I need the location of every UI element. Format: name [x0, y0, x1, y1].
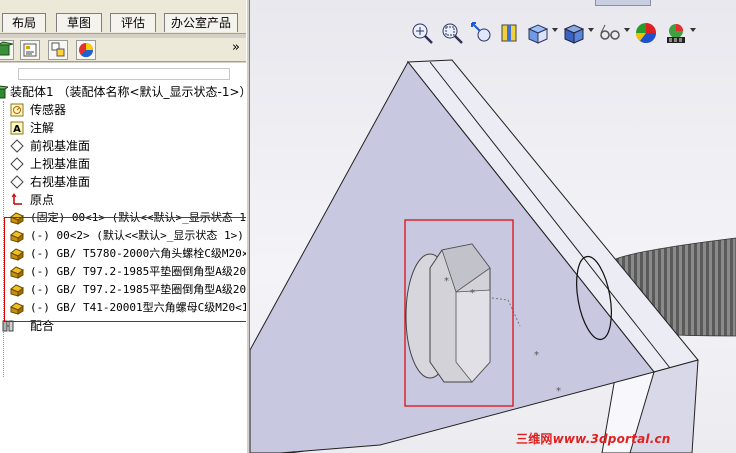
svg-text:*: * — [444, 276, 449, 287]
watermark-url: www.3dportal.cn — [552, 432, 671, 446]
part-icon — [10, 265, 24, 279]
zoom-to-area-icon[interactable] — [440, 21, 464, 45]
section-view-icon[interactable] — [498, 21, 522, 45]
edit-appearance-icon[interactable] — [634, 21, 658, 45]
tree-node-label: (-) GB/ T97.2-1985平垫圈倒角型A级20 — [30, 283, 246, 296]
svg-text:A: A — [13, 124, 21, 135]
model-view: * * * * — [250, 59, 736, 453]
graphics-viewport[interactable]: * * * * 三维网www.3dportal.cn — [250, 0, 736, 453]
tree-item-component-00-1[interactable]: (固定) 00<1> (默认<<默认>_显示状态 1 — [0, 209, 246, 227]
display-manager-icon[interactable] — [76, 40, 96, 60]
feature-manager-tree: 装配体1 （装配体名称<默认_显示状态-1>） 传感器 A 注解 前视基准面 上… — [0, 63, 246, 453]
hide-show-items-icon[interactable] — [598, 21, 622, 45]
plane-icon — [10, 157, 24, 171]
previous-view-icon[interactable] — [470, 21, 494, 45]
tree-item-washer-1[interactable]: (-) GB/ T97.2-1985平垫圈倒角型A级20 — [0, 263, 246, 281]
annotation-icon: A — [10, 121, 24, 135]
tree-item-hex-bolt[interactable]: (-) GB/ T5780-2000六角头螺栓C级M20×: — [0, 245, 246, 263]
property-manager-icon[interactable] — [20, 40, 40, 60]
view-orientation-dropdown-icon[interactable] — [552, 28, 558, 32]
plane-icon — [10, 175, 24, 189]
feature-manager-icon[interactable] — [0, 40, 14, 60]
tree-node-label: (-) 00<2> (默认<<默认>_显示状态 1>) — [30, 229, 244, 242]
manager-tab-row: » — [0, 38, 246, 62]
part-icon — [10, 229, 24, 243]
tree-node-label: 上视基准面 — [30, 157, 91, 171]
assembly-icon — [0, 85, 10, 99]
plane-icon — [10, 139, 24, 153]
tree-node-label: 配合 — [30, 319, 55, 333]
part-icon — [10, 283, 24, 297]
svg-text:*: * — [556, 386, 561, 397]
sensor-icon — [10, 103, 24, 117]
tree-item-component-00-2[interactable]: (-) 00<2> (默认<<默认>_显示状态 1>) — [0, 227, 246, 245]
zoom-to-fit-icon[interactable] — [410, 21, 434, 45]
svg-text:*: * — [534, 350, 539, 361]
tab-evaluate[interactable]: 评估 — [110, 13, 156, 32]
tree-item-mates[interactable]: 配合 — [0, 317, 246, 335]
heads-up-view-toolbar — [406, 18, 736, 48]
tree-filter-input[interactable] — [18, 68, 230, 80]
tree-node-label: 注解 — [30, 121, 55, 135]
view-orientation-icon[interactable] — [526, 21, 550, 45]
viewport-top-handle[interactable] — [595, 0, 651, 6]
tree-item-origin[interactable]: 原点 — [0, 191, 246, 209]
tree-item-front-plane[interactable]: 前视基准面 — [0, 137, 246, 155]
tree-item-hex-nut[interactable]: (-) GB/ T41-20001型六角螺母C级M20<1> — [0, 299, 246, 317]
part-icon — [10, 211, 24, 225]
tree-node-label: (-) GB/ T5780-2000六角头螺栓C级M20×: — [30, 247, 246, 260]
mates-icon — [2, 319, 16, 333]
tab-office-products[interactable]: 办公室产品 — [164, 13, 238, 32]
svg-text:*: * — [470, 288, 475, 299]
command-manager-tabs: 布局 草图 评估 办公室产品 — [0, 0, 250, 34]
tree-node-label: 右视基准面 — [30, 175, 91, 189]
display-style-dropdown-icon[interactable] — [588, 28, 594, 32]
part-icon — [10, 301, 24, 315]
tree-item-sensors[interactable]: 传感器 — [0, 101, 246, 119]
tree-node-label: 前视基准面 — [30, 139, 91, 153]
tab-layout[interactable]: 布局 — [2, 13, 46, 32]
tree-node-label: (固定) 00<1> (默认<<默认>_显示状态 1 — [30, 211, 246, 224]
tree-node-label: (-) GB/ T41-20001型六角螺母C级M20<1> — [30, 301, 246, 314]
hide-show-dropdown-icon[interactable] — [624, 28, 630, 32]
part-icon — [10, 247, 24, 261]
apply-scene-icon[interactable] — [664, 21, 688, 45]
origin-icon — [10, 193, 24, 207]
tab-sketch[interactable]: 草图 — [56, 13, 102, 32]
apply-scene-dropdown-icon[interactable] — [690, 28, 696, 32]
watermark: 三维网www.3dportal.cn — [516, 430, 671, 447]
tree-item-right-plane[interactable]: 右视基准面 — [0, 173, 246, 191]
tree-item-washer-2[interactable]: (-) GB/ T97.2-1985平垫圈倒角型A级20 — [0, 281, 246, 299]
tree-node-label: 装配体1 （装配体名称<默认_显示状态-1>） — [10, 85, 246, 99]
tree-item-top-plane[interactable]: 上视基准面 — [0, 155, 246, 173]
tree-node-label: 传感器 — [30, 103, 67, 117]
tree-node-label: 原点 — [30, 193, 55, 207]
tree-root-assembly[interactable]: 装配体1 （装配体名称<默认_显示状态-1>） — [0, 83, 246, 101]
tree-node-label: (-) GB/ T97.2-1985平垫圈倒角型A级20 — [30, 265, 246, 278]
more-tabs-chevron[interactable]: » — [232, 40, 240, 55]
display-style-icon[interactable] — [562, 21, 586, 45]
configuration-manager-icon[interactable] — [48, 40, 68, 60]
tree-item-annotations[interactable]: A 注解 — [0, 119, 246, 137]
watermark-cn: 三维网 — [516, 432, 553, 446]
